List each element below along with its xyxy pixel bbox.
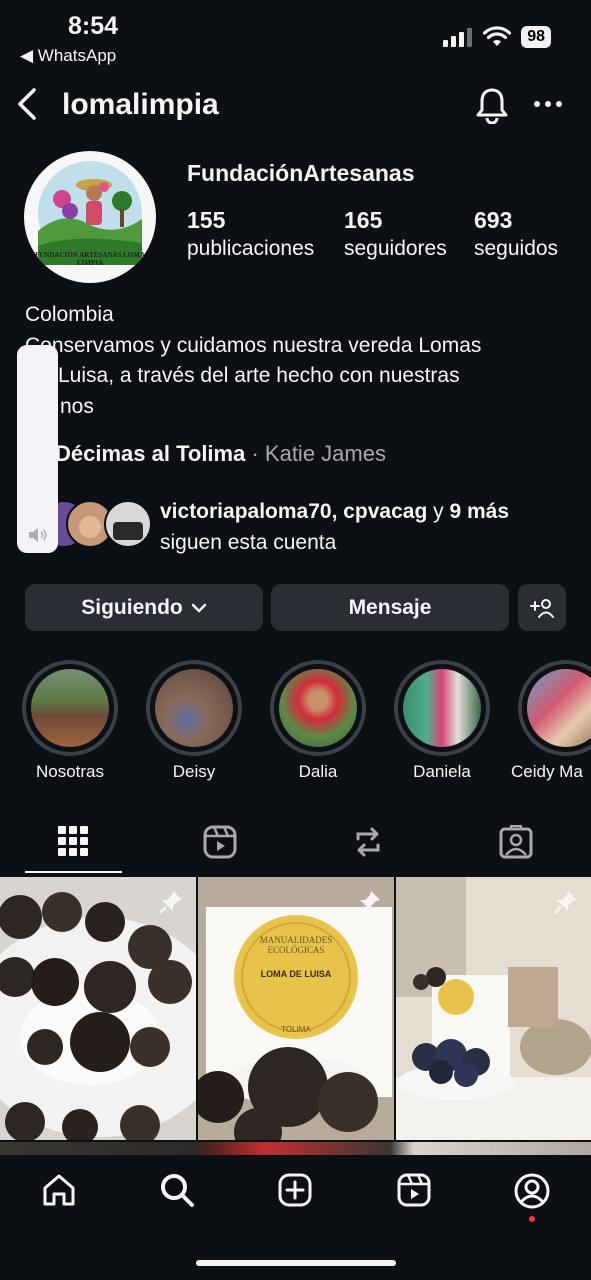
bio-line: nos [60, 394, 94, 418]
bio-line: Conservamos y cuidamos nuestra vereda Lo… [25, 333, 482, 357]
highlight-label: Dalia [298, 762, 338, 781]
highlight-image [31, 669, 109, 747]
highlight-image [279, 669, 357, 747]
music-song: Décimas al Tolima [55, 441, 246, 466]
tagged-tab-icon[interactable] [499, 825, 533, 859]
highlight-ceidy[interactable]: Ceidy Ma [511, 660, 591, 782]
stat-following-label: seguidos [474, 237, 559, 260]
post-image [396, 877, 591, 1140]
message-button[interactable]: Mensaje [271, 584, 509, 631]
highlight-ring [22, 660, 118, 756]
grid-icon[interactable] [57, 825, 89, 857]
display-name: FundaciónArtesanas [187, 160, 415, 186]
post-label-sub: LOMA DE LUISA [260, 969, 332, 979]
highlight-ring [518, 660, 591, 756]
highlight-nosotras[interactable]: Nosotras [22, 660, 118, 782]
stat-posts[interactable]: 155 publicaciones [187, 206, 314, 264]
highlight-label: Ceidy Ma [511, 762, 583, 781]
profile-icon[interactable] [513, 1172, 551, 1210]
following-button[interactable]: Siguiendo [25, 584, 263, 631]
profile-username: lomalimpia [62, 88, 219, 121]
active-tab-indicator [25, 871, 122, 873]
back-to-whatsapp[interactable]: ◀ WhatsApp [20, 46, 116, 66]
status-icons: 98 [443, 26, 551, 48]
bio-line: Luisa, a través del arte hecho con nuest… [58, 364, 460, 387]
reels-icon[interactable] [396, 1172, 432, 1208]
avatar-logo-text: FUNDACIÓN ARTESANAS LOMA LIMPIA [35, 251, 145, 267]
highlight-label: Deisy [172, 762, 216, 781]
stat-followers-label: seguidores [344, 237, 447, 260]
highlight-image [527, 669, 591, 747]
profile-bio: Colombia Conservamos y cuidamos nuestra … [25, 300, 575, 422]
highlight-label: Daniela [413, 762, 471, 781]
post-label-title: MANUALIDADES ECOLÓGICAS [259, 935, 333, 955]
search-icon[interactable] [159, 1172, 195, 1208]
highlight-deisy[interactable]: Deisy [146, 660, 242, 782]
followed-by-more: 9 más [449, 500, 510, 523]
speaker-icon [29, 528, 47, 542]
battery-indicator: 98 [521, 26, 551, 48]
post-thumbnail[interactable]: MANUALIDADES ECOLÓGICAS LOMA DE LUISA TO… [198, 877, 394, 1140]
add-person-icon [530, 598, 554, 618]
next-posts-row [0, 1142, 591, 1156]
highlight-ring [394, 660, 490, 756]
bio-line: Colombia [25, 303, 114, 326]
pin-icon [554, 891, 577, 914]
signal-icon [443, 28, 473, 47]
status-time: 8:54 [68, 12, 119, 40]
create-post-icon[interactable] [277, 1172, 313, 1208]
stat-following-value: 693 [474, 207, 513, 233]
highlight-image [155, 669, 233, 747]
follower-avatar [104, 500, 152, 548]
home-icon[interactable] [41, 1172, 77, 1208]
chevron-down-icon [191, 603, 206, 613]
music-separator: · [245, 441, 265, 466]
pin-icon [357, 891, 380, 914]
post-image [0, 877, 196, 1140]
message-button-label: Mensaje [348, 595, 432, 619]
reels-tab-icon[interactable] [203, 825, 237, 859]
following-button-label: Siguiendo [81, 595, 183, 619]
wifi-icon [483, 26, 512, 46]
stat-followers[interactable]: 165 seguidores [344, 206, 447, 264]
more-options-icon[interactable] [532, 96, 564, 112]
stat-followers-value: 165 [344, 207, 383, 233]
post-image [198, 877, 394, 1140]
highlight-daniela[interactable]: Daniela [394, 660, 490, 782]
followed-by-names: victoriapaloma70, cpvacag [160, 500, 428, 523]
stat-posts-label: publicaciones [187, 237, 315, 260]
home-indicator[interactable] [196, 1260, 396, 1266]
profile-music[interactable]: Décimas al Tolima · Katie James [55, 441, 386, 467]
music-artist: Katie James [264, 441, 386, 466]
stat-following[interactable]: 693 seguidos [474, 206, 558, 264]
stat-posts-value: 155 [187, 207, 226, 233]
repost-tab-icon[interactable] [352, 825, 384, 859]
post-label-place: TOLIMA [281, 1025, 311, 1034]
bell-icon[interactable] [474, 86, 510, 124]
back-arrow-icon[interactable] [12, 86, 42, 122]
volume-overlay[interactable] [17, 345, 58, 553]
highlight-label: Nosotras [35, 762, 105, 781]
highlight-dalia[interactable]: Dalia [270, 660, 366, 782]
highlight-image [403, 669, 481, 747]
pin-icon [159, 891, 182, 914]
followed-by-text[interactable]: victoriapaloma70, cpvacag y 9 más siguen… [160, 496, 580, 558]
highlight-ring [146, 660, 242, 756]
suggested-users-button[interactable] [518, 584, 566, 631]
notification-dot [529, 1216, 535, 1222]
post-thumbnail[interactable] [396, 877, 591, 1140]
post-thumbnail[interactable] [0, 877, 196, 1140]
highlight-ring [270, 660, 366, 756]
followed-by-suffix: siguen esta cuenta [160, 531, 337, 554]
followed-by-connector: y [427, 500, 450, 523]
profile-avatar[interactable]: FUNDACIÓN ARTESANAS LOMA LIMPIA [24, 151, 156, 283]
